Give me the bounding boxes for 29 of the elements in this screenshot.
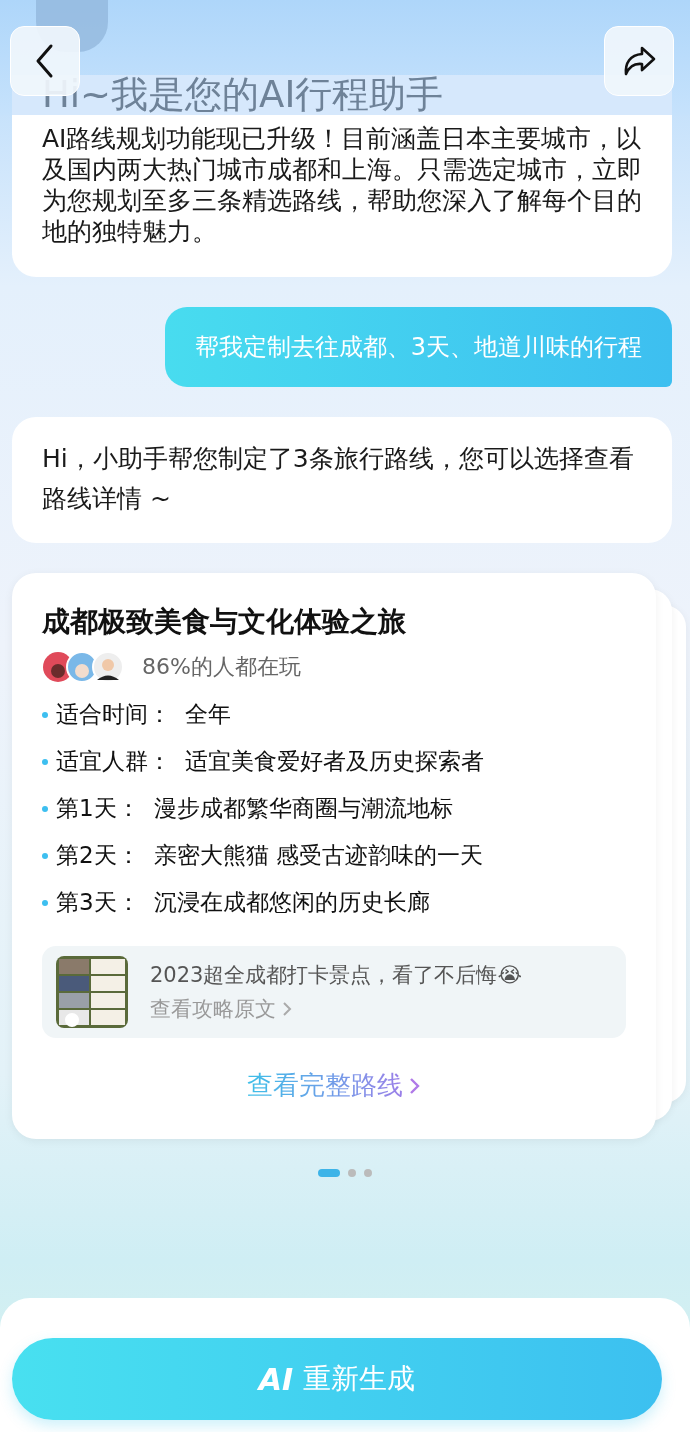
detail-value: 适宜美食爱好者及历史探索者 — [185, 747, 484, 776]
intro-text: AI路线规划功能现已升级！目前涵盖日本主要城市，以及国内两大热门城市成都和上海。只需选定城市，立即为您规划至多三条精选路线，帮助您深入了解每个目的地的独特魅力。 — [42, 123, 642, 247]
article-card[interactable]: 2023超全成都打卡景点，看了不后悔😭 查看攻略原文 — [42, 946, 626, 1038]
detail-label: 第3天： — [56, 888, 140, 917]
chevron-right-icon — [282, 1001, 292, 1017]
detail-label: 适合时间： — [56, 700, 171, 729]
route-title: 成都极致美食与文化体验之旅 — [42, 604, 407, 640]
detail-label: 第2天： — [56, 841, 140, 870]
bullet-icon — [42, 805, 48, 812]
bullet-icon — [42, 899, 48, 906]
route-card[interactable]: 成都极致美食与文化体验之旅 86%的人都在玩 适合时间： 全年 适宜人群： 适宜美食爱好者及历史探索者 第1天： 漫步成都繁华商圈与潮流地标 第2天： 亲密大熊猫 感受古迹韵味的一天 第3天： 沉浸在成都悠闲的历史长廊 2023超全成都打卡景点，看了不后悔😭 查看攻略原文 查看完整路线 — [12, 573, 656, 1139]
view-article-link[interactable]: 查看攻略原文 — [150, 995, 292, 1023]
chevron-right-icon — [409, 1075, 421, 1096]
detail-label: 第1天： — [56, 794, 140, 823]
detail-value: 全年 — [185, 700, 231, 729]
bullet-icon — [42, 852, 48, 859]
popularity-text: 86%的人都在玩 — [142, 653, 301, 681]
bullet-icon — [42, 758, 48, 765]
regenerate-button[interactable]: AI 重新生成 — [12, 1338, 662, 1420]
detail-value: 沉浸在成都悠闲的历史长廊 — [153, 888, 430, 917]
detail-value: 漫步成都繁华商圈与潮流地标 — [153, 794, 453, 823]
bullet-icon — [42, 711, 48, 718]
user-message: 帮我定制去往成都、3天、地道川味的行程 — [164, 307, 672, 387]
article-title: 2023超全成都打卡景点，看了不后悔😭 — [150, 962, 522, 989]
detail-label: 适宜人群： — [56, 747, 171, 776]
page-title: Hi~我是您的AI行程助手 — [42, 75, 445, 115]
reply-message: Hi，小助手帮您制定了3条旅行路线，您可以选择查看路线详情 ~ — [42, 443, 635, 515]
detail-value: 亲密大熊猫 感受古迹韵味的一天 — [153, 841, 483, 870]
share-button[interactable] — [604, 26, 674, 96]
